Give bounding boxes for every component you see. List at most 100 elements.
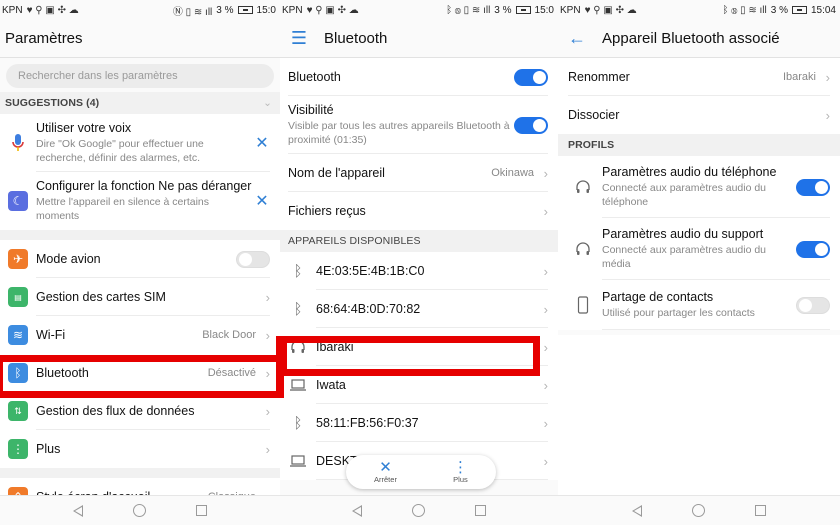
device-name-row[interactable]: Nom de l'appareil Okinawa ›	[280, 154, 558, 192]
settings-item-more[interactable]: ⋮ Plus ›	[0, 430, 280, 468]
page-title: Bluetooth	[324, 30, 388, 47]
recents-icon[interactable]	[475, 505, 486, 516]
back-icon[interactable]	[352, 504, 362, 517]
item-label: Dissocier	[568, 108, 620, 122]
chevron-right-icon: ›	[825, 107, 830, 123]
status-bar: KPN ♥ ⚲ ▣ ✣ ☁ ᛒ Ⓝ ▯ ≋ ıll 3 % 15:0	[280, 0, 558, 20]
settings-item-airplane[interactable]: ✈ Mode avion	[0, 240, 280, 278]
stop-label: Arrêter	[374, 475, 397, 484]
laptop-icon	[280, 378, 316, 392]
item-value: Ibaraki	[782, 71, 816, 83]
menu-icon[interactable]: ☰	[288, 28, 310, 49]
notification-icons: ♥ ⚲ ▣ ✣ ☁	[584, 4, 637, 16]
wifi-icon: ≋	[8, 325, 28, 345]
suggestion-title: Utiliser votre voix	[36, 121, 132, 135]
more-label: Plus	[453, 475, 468, 484]
battery-icon	[237, 6, 253, 14]
profile-subtitle: Utilisé pour partager les contacts	[602, 307, 755, 319]
item-label: Plus	[36, 442, 61, 456]
empty-area	[558, 335, 840, 495]
suggestion-voice[interactable]: Utiliser votre voix Dire "Ok Google" pou…	[0, 114, 280, 172]
status-bar: KPN ♥ ⚲ ▣ ✣ ☁ Ⓝ ▯ ≋ ıll 3 % 15:0	[0, 0, 280, 20]
bluetooth-toggle[interactable]	[514, 68, 548, 86]
clock: 15:04	[810, 4, 836, 16]
profile-toggle[interactable]	[796, 240, 830, 258]
paired-device-panel: KPN ♥ ⚲ ▣ ✣ ☁ ᛒ Ⓝ ▯ ≋ ıll 3 % 15:04 ← Appar…	[558, 0, 840, 525]
device-item[interactable]: ᛒ 58:11:FB:56:F0:37 ›	[280, 404, 558, 442]
bluetooth-toggle-row[interactable]: Bluetooth	[280, 58, 558, 96]
profile-item[interactable]: Paramètres audio du support Connecté aux …	[558, 218, 840, 280]
search-input[interactable]: Rechercher dans les paramètres	[6, 64, 274, 88]
more-button[interactable]: ⋮ Plus	[453, 460, 468, 484]
visibility-toggle[interactable]	[514, 116, 548, 134]
suggestion-subtitle: Mettre l'appareil en silence à certains …	[36, 196, 210, 222]
unpair-row[interactable]: Dissocier ›	[558, 96, 840, 134]
battery-percent: 3 %	[494, 4, 512, 16]
device-item[interactable]: ᛒ 4E:03:5E:4B:1B:C0 ›	[280, 252, 558, 290]
profile-toggle[interactable]	[796, 178, 830, 196]
carrier-label: KPN	[2, 4, 23, 16]
close-icon[interactable]: ✕	[254, 133, 270, 153]
status-bar: KPN ♥ ⚲ ▣ ✣ ☁ ᛒ Ⓝ ▯ ≋ ıll 3 % 15:04	[558, 0, 840, 20]
close-icon[interactable]: ✕	[254, 191, 270, 211]
item-value: Okinawa	[491, 167, 534, 179]
stop-button[interactable]: ✕ Arrêter	[374, 460, 397, 484]
device-item[interactable]: Ibaraki ›	[280, 328, 558, 366]
home-icon[interactable]	[133, 504, 146, 517]
chevron-right-icon: ›	[543, 301, 548, 317]
section-gap	[0, 468, 280, 478]
device-list: ᛒ 4E:03:5E:4B:1B:C0 › ᛒ 68:64:4B:0D:70:82 › Ib…	[280, 252, 558, 480]
system-nav-bar	[0, 495, 280, 525]
close-icon: ✕	[379, 459, 392, 476]
back-arrow-icon[interactable]: ←	[566, 28, 588, 49]
data-flow-icon: ⇅	[8, 401, 28, 421]
profile-title: Paramètres audio du support	[602, 227, 764, 241]
suggestion-dnd[interactable]: ☾ Configurer la fonction Ne pas déranger…	[0, 172, 280, 230]
device-item[interactable]: Iwata ›	[280, 366, 558, 404]
profile-item[interactable]: Partage de contacts Utilisé pour partager…	[558, 280, 840, 330]
item-label: Renommer	[568, 70, 630, 84]
chevron-down-icon[interactable]: ⌄	[263, 97, 272, 109]
home-icon[interactable]	[412, 504, 425, 517]
home-icon[interactable]	[692, 504, 705, 517]
profile-subtitle: Connecté aux paramètres audio du média	[602, 244, 767, 270]
back-icon[interactable]	[632, 504, 642, 517]
recents-icon[interactable]	[755, 505, 766, 516]
profile-item[interactable]: Paramètres audio du téléphone Connecté au…	[558, 156, 840, 218]
settings-item-bluetooth[interactable]: ᛒ Bluetooth Désactivé ›	[0, 354, 280, 392]
received-files-row[interactable]: Fichiers reçus ›	[280, 192, 558, 230]
clock: 15:0	[534, 4, 554, 16]
airplane-toggle[interactable]	[236, 250, 270, 268]
carrier-label: KPN	[282, 4, 303, 16]
moon-icon: ☾	[8, 191, 28, 211]
more-icon: ⋮	[8, 439, 28, 459]
settings-item-wifi[interactable]: ≋ Wi-Fi Black Door ›	[0, 316, 280, 354]
chevron-right-icon: ›	[543, 203, 548, 219]
recents-icon[interactable]	[196, 505, 207, 516]
page-title: Paramètres	[5, 30, 83, 47]
profile-toggle[interactable]	[796, 296, 830, 314]
settings-item-sim[interactable]: ▤ Gestion des cartes SIM ›	[0, 278, 280, 316]
device-name: 68:64:4B:0D:70:82	[316, 302, 421, 316]
profile-title: Paramètres audio du téléphone	[602, 165, 777, 179]
chevron-right-icon: ›	[543, 263, 548, 279]
suggestions-header[interactable]: SUGGESTIONS (4) ⌄	[0, 92, 280, 114]
more-vertical-icon: ⋮	[452, 459, 468, 476]
device-item[interactable]: ᛒ 68:64:4B:0D:70:82 ›	[280, 290, 558, 328]
settings-item-data-flow[interactable]: ⇅ Gestion des flux de données ›	[0, 392, 280, 430]
section-title: APPAREILS DISPONIBLES	[288, 235, 421, 247]
suggestions-title: SUGGESTIONS (4)	[5, 97, 100, 109]
visibility-row[interactable]: Visibilité Visible par tous les autres a…	[280, 96, 558, 154]
chevron-right-icon: ›	[543, 453, 548, 469]
suggestion-subtitle: Dire "Ok Google" pour effectuer une rech…	[36, 138, 204, 164]
floating-action-bar: ✕ Arrêter ⋮ Plus	[346, 455, 496, 489]
item-label: Gestion des flux de données	[36, 404, 195, 418]
back-icon[interactable]	[73, 504, 83, 517]
chevron-right-icon: ›	[265, 365, 270, 381]
item-label: Bluetooth	[288, 70, 341, 84]
divider	[602, 329, 830, 330]
clock: 15:0	[256, 4, 276, 16]
chevron-right-icon: ›	[543, 415, 548, 431]
carrier-label: KPN	[560, 4, 581, 16]
rename-row[interactable]: Renommer Ibaraki ›	[558, 58, 840, 96]
